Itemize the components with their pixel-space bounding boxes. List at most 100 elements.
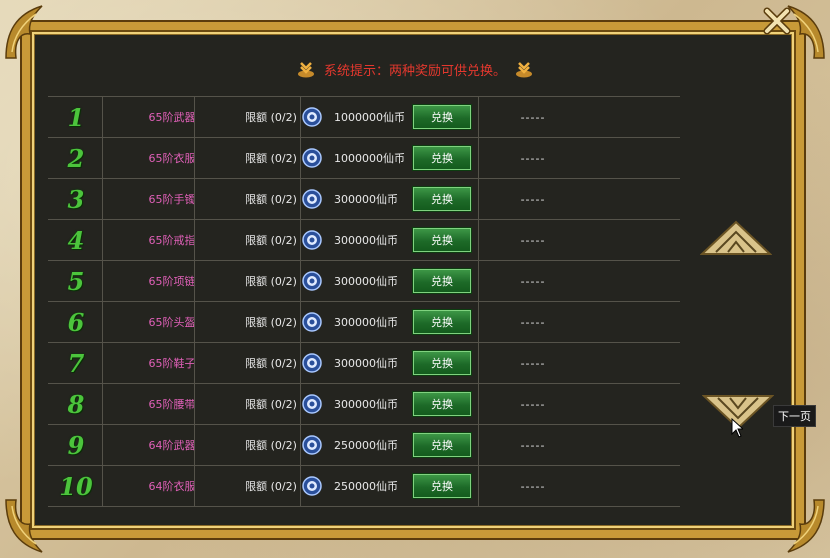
exchange-button[interactable]: 兑换 — [412, 391, 472, 417]
column-divider — [300, 220, 301, 260]
exchange-button-cell: 兑换 — [410, 343, 474, 383]
exchange-button[interactable]: 兑换 — [412, 104, 472, 130]
column-divider — [478, 343, 479, 383]
row-number: 7 — [67, 348, 85, 378]
coin-icon — [302, 271, 322, 291]
column-divider — [478, 466, 479, 506]
exchange-status: ----- — [520, 315, 546, 329]
column-divider — [300, 261, 301, 301]
table-row: 6 65阶头盔 限额 (0/2) 300000仙币 兑换 ----- — [48, 301, 680, 342]
column-divider — [102, 466, 103, 506]
exchange-status: ----- — [520, 479, 546, 493]
column-divider — [478, 97, 479, 137]
row-number: 5 — [67, 266, 85, 296]
column-divider — [300, 179, 301, 219]
exchange-cost: 250000仙币 — [302, 466, 422, 506]
exchange-cost: 300000仙币 — [302, 220, 422, 260]
table-row: 2 65阶衣服 限额 (0/2) 1000000仙币 兑换 ----- — [48, 137, 680, 178]
column-divider — [102, 343, 103, 383]
row-number: 9 — [67, 430, 85, 460]
coin-icon — [302, 353, 322, 373]
exchange-status: ----- — [520, 110, 546, 124]
exchange-button[interactable]: 兑换 — [412, 473, 472, 499]
exchange-button[interactable]: 兑换 — [412, 350, 472, 376]
coin-icon — [302, 476, 322, 496]
column-divider — [300, 466, 301, 506]
cost-value: 300000仙币 — [334, 234, 398, 247]
table-row: 5 65阶项链 限额 (0/2) 300000仙币 兑换 ----- — [48, 260, 680, 301]
column-divider — [194, 343, 195, 383]
row-number: 6 — [67, 307, 85, 337]
exchange-button[interactable]: 兑换 — [412, 309, 472, 335]
notice-bullet-icon — [514, 59, 534, 79]
corner-ornament-icon — [2, 2, 62, 62]
exchange-button[interactable]: 兑换 — [412, 186, 472, 212]
exchange-cost: 300000仙币 — [302, 343, 422, 383]
column-divider — [102, 425, 103, 465]
table-row: 10 64阶衣服 限额 (0/2) 250000仙币 兑换 ----- — [48, 465, 680, 507]
column-divider — [300, 97, 301, 137]
notice-bullet-icon — [296, 59, 316, 79]
exchange-table: 1 65阶武器 限额 (0/2) 1000000仙币 兑换 ----- 2 65阶衣服 限额 (… — [48, 96, 680, 507]
table-row: 9 64阶武器 限额 (0/2) 250000仙币 兑换 ----- — [48, 424, 680, 465]
mouse-cursor-icon — [731, 418, 743, 438]
column-divider — [102, 261, 103, 301]
next-page-tooltip: 下一页 — [773, 405, 816, 427]
column-divider — [478, 302, 479, 342]
exchange-button[interactable]: 兑换 — [412, 227, 472, 253]
row-number: 3 — [67, 184, 85, 214]
notice-text: 系统提示：两种奖励可供兑换。 — [323, 63, 506, 79]
exchange-status: ----- — [520, 233, 546, 247]
exchange-cost: 300000仙币 — [302, 179, 422, 219]
column-divider — [194, 138, 195, 178]
exchange-cost: 1000000仙币 — [302, 97, 422, 137]
column-divider — [300, 343, 301, 383]
cost-value: 1000000仙币 — [334, 152, 405, 165]
cost-value: 250000仙币 — [334, 480, 398, 493]
exchange-button[interactable]: 兑换 — [412, 432, 472, 458]
column-divider — [194, 302, 195, 342]
table-row: 7 65阶鞋子 限额 (0/2) 300000仙币 兑换 ----- — [48, 342, 680, 383]
column-divider — [194, 97, 195, 137]
column-divider — [478, 261, 479, 301]
row-number: 4 — [67, 225, 85, 255]
exchange-button[interactable]: 兑换 — [412, 268, 472, 294]
column-divider — [478, 220, 479, 260]
row-number: 8 — [67, 389, 85, 419]
exchange-status: ----- — [520, 438, 546, 452]
table-row: 8 65阶腰带 限额 (0/2) 300000仙币 兑换 ----- — [48, 383, 680, 424]
column-divider — [478, 138, 479, 178]
exchange-cost: 300000仙币 — [302, 302, 422, 342]
column-divider — [478, 384, 479, 424]
row-number: 1 — [67, 102, 85, 132]
exchange-cost: 300000仙币 — [302, 384, 422, 424]
cost-value: 250000仙币 — [334, 439, 398, 452]
close-button[interactable] — [760, 4, 794, 38]
exchange-button[interactable]: 兑换 — [412, 145, 472, 171]
close-icon — [763, 7, 791, 35]
coin-icon — [302, 394, 322, 414]
column-divider — [194, 384, 195, 424]
page-up-button[interactable] — [699, 218, 773, 258]
column-divider — [102, 138, 103, 178]
coin-icon — [302, 435, 322, 455]
exchange-button-cell: 兑换 — [410, 179, 474, 219]
cost-value: 300000仙币 — [334, 316, 398, 329]
table-row: 1 65阶武器 限额 (0/2) 1000000仙币 兑换 ----- — [48, 96, 680, 137]
cost-value: 300000仙币 — [334, 357, 398, 370]
cost-value: 1000000仙币 — [334, 111, 405, 124]
coin-icon — [302, 189, 322, 209]
column-divider — [194, 466, 195, 506]
column-divider — [102, 179, 103, 219]
exchange-button-cell: 兑换 — [410, 425, 474, 465]
column-divider — [102, 220, 103, 260]
exchange-button-cell: 兑换 — [410, 261, 474, 301]
cost-value: 300000仙币 — [334, 275, 398, 288]
coin-icon — [302, 107, 322, 127]
column-divider — [300, 302, 301, 342]
exchange-cost: 1000000仙币 — [302, 138, 422, 178]
corner-ornament-icon — [768, 496, 828, 556]
coin-icon — [302, 148, 322, 168]
exchange-button-cell: 兑换 — [410, 138, 474, 178]
exchange-status: ----- — [520, 192, 546, 206]
